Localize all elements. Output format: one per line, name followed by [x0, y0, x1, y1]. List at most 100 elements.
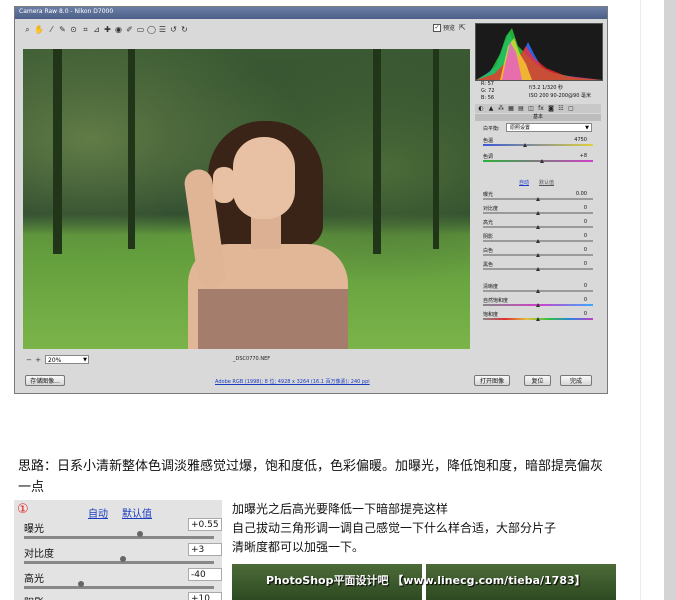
color-sampler-icon[interactable]: ✎	[58, 25, 67, 35]
slider-thumb[interactable]	[78, 581, 84, 587]
slider-value[interactable]: +0.55	[188, 518, 222, 531]
brush-tool-icon[interactable]: ✐	[125, 25, 134, 35]
slider-thumb[interactable]	[523, 143, 527, 147]
tab-snapshots-icon[interactable]: ▢	[567, 105, 575, 112]
saturation-slider[interactable]: 饱和度 0	[483, 311, 593, 323]
fullscreen-icon[interactable]: ⇱	[459, 23, 469, 33]
preferences-icon[interactable]: ☰	[158, 25, 167, 35]
tint-slider[interactable]: 色调 +8	[483, 153, 593, 165]
slider-thumb[interactable]	[119, 556, 126, 562]
tab-detail-icon[interactable]: ⁂	[497, 105, 505, 112]
slider-value[interactable]: 0	[584, 297, 587, 303]
white-balance-value: 原照设置	[510, 125, 531, 131]
slider-thumb[interactable]	[536, 267, 540, 271]
clarity-slider[interactable]: 清晰度 0	[483, 283, 593, 295]
targeted-adjust-icon[interactable]: ⊙	[69, 25, 78, 35]
zoom-tool-icon[interactable]: ⌕	[23, 25, 32, 35]
file-name: _DSC0770.NEF	[233, 356, 271, 362]
slider-thumb[interactable]	[136, 531, 143, 537]
slider-thumb[interactable]	[536, 239, 540, 243]
blacks-slider[interactable]: 黑色 0	[483, 261, 593, 273]
page-divider	[640, 0, 641, 600]
white-balance-label: 白平衡:	[483, 126, 500, 132]
tab-effects-icon[interactable]: fx	[537, 105, 545, 112]
red-value: R: 57	[481, 81, 494, 87]
slider-value[interactable]: 0	[584, 247, 587, 253]
slider-value[interactable]: 0	[584, 261, 587, 267]
tab-split-toning-icon[interactable]: ▤	[517, 105, 525, 112]
open-image-button[interactable]: 打开图像	[474, 375, 510, 386]
slider-thumb[interactable]	[536, 211, 540, 215]
slider-value[interactable]: -40	[188, 568, 222, 581]
slider-thumb[interactable]	[536, 289, 540, 293]
tab-camera-icon[interactable]: ◙	[547, 105, 555, 112]
spot-removal-icon[interactable]: ✚	[103, 25, 112, 35]
slider-value[interactable]: 0	[584, 205, 587, 211]
save-image-button[interactable]: 存储图像...	[25, 375, 65, 386]
slider-thumb[interactable]	[536, 303, 540, 307]
slider-value[interactable]: +3	[188, 543, 222, 556]
slider-value[interactable]: 0.00	[576, 191, 587, 197]
slider-value[interactable]: +10	[188, 592, 222, 600]
white-balance-tool-icon[interactable]: ⁄	[47, 25, 56, 35]
camera-raw-window: Camera Raw 8.0 - Nikon D7000 ⌕ ✋ ⁄ ✎ ⊙ ⌗…	[14, 6, 608, 394]
white-balance-select[interactable]: 原照设置 ▼	[506, 123, 592, 132]
tab-lens-icon[interactable]: ◫	[527, 105, 535, 112]
graduated-filter-icon[interactable]: ▭	[136, 25, 145, 35]
tree-trunk	[128, 49, 135, 249]
exposure-slider[interactable]: 曝光 +0.55	[24, 518, 222, 546]
tab-presets-icon[interactable]: ☷	[557, 105, 565, 112]
zoom-select[interactable]: 20% ▼	[45, 355, 89, 364]
slider-value[interactable]: 4750	[574, 137, 587, 143]
green-value: G: 72	[481, 88, 495, 94]
slider-value[interactable]: 0	[584, 233, 587, 239]
contrast-slider[interactable]: 对比度 0	[483, 205, 593, 217]
slider-thumb[interactable]	[536, 317, 540, 321]
slider-label: 高光	[483, 220, 494, 226]
auto-link[interactable]: 自动	[519, 179, 529, 186]
toolbar: ⌕ ✋ ⁄ ✎ ⊙ ⌗ ⊿ ✚ ◉ ✐ ▭ ◯ ☰ ↺ ↻	[23, 23, 477, 39]
tree-trunk	[373, 49, 381, 254]
highlights-slider[interactable]: 高光 0	[483, 219, 593, 231]
chevron-down-icon: ▼	[83, 357, 87, 363]
done-button[interactable]: 完成	[560, 375, 592, 386]
shadows-slider[interactable]: 阴影 0	[483, 233, 593, 245]
tab-basic-icon[interactable]: ◐	[477, 105, 485, 112]
slider-track	[24, 586, 214, 589]
slider-thumb[interactable]	[536, 225, 540, 229]
slider-thumb[interactable]	[536, 197, 540, 201]
slider-value[interactable]: 0	[584, 311, 587, 317]
zoom-out-icon[interactable]: −	[25, 356, 33, 364]
page-scrollbar[interactable]	[664, 0, 676, 600]
red-eye-icon[interactable]: ◉	[114, 25, 123, 35]
preview-checkbox[interactable]: ✓ 预览	[433, 23, 455, 32]
window-footer: 存储图像... Adobe RGB (1998); 8 位; 4928 x 32…	[15, 371, 607, 393]
radial-filter-icon[interactable]: ◯	[147, 25, 156, 35]
slider-label: 黑色	[483, 262, 494, 268]
slider-thumb[interactable]	[540, 159, 544, 163]
slider-value[interactable]: +8	[580, 153, 587, 159]
crop-tool-icon[interactable]: ⌗	[81, 25, 90, 35]
temperature-slider[interactable]: 色温 4750	[483, 137, 593, 149]
tree-trunk	[433, 49, 439, 249]
rotate-right-icon[interactable]: ↻	[180, 25, 189, 35]
whites-slider[interactable]: 白色 0	[483, 247, 593, 259]
vibrance-slider[interactable]: 自然饱和度 0	[483, 297, 593, 309]
tab-tone-curve-icon[interactable]: ▲	[487, 105, 495, 112]
contrast-slider[interactable]: 对比度 +3	[24, 543, 222, 571]
tree-trunk	[53, 49, 62, 254]
default-link[interactable]: 默认值	[539, 179, 554, 186]
window-title: Camera Raw 8.0 - Nikon D7000	[19, 8, 114, 15]
shadows-slider[interactable]: 阴影 +10	[24, 592, 222, 600]
straighten-tool-icon[interactable]: ⊿	[92, 25, 101, 35]
workflow-options-link[interactable]: Adobe RGB (1998); 8 位; 4928 x 3264 (16.1…	[215, 378, 370, 385]
exposure-slider[interactable]: 曝光 0.00	[483, 191, 593, 203]
zoom-in-icon[interactable]: +	[34, 356, 42, 364]
tab-hsl-icon[interactable]: ▦	[507, 105, 515, 112]
rotate-left-icon[interactable]: ↺	[169, 25, 178, 35]
slider-value[interactable]: 0	[584, 283, 587, 289]
slider-thumb[interactable]	[536, 253, 540, 257]
slider-value[interactable]: 0	[584, 219, 587, 225]
reset-button[interactable]: 复位	[524, 375, 551, 386]
hand-tool-icon[interactable]: ✋	[34, 25, 44, 35]
